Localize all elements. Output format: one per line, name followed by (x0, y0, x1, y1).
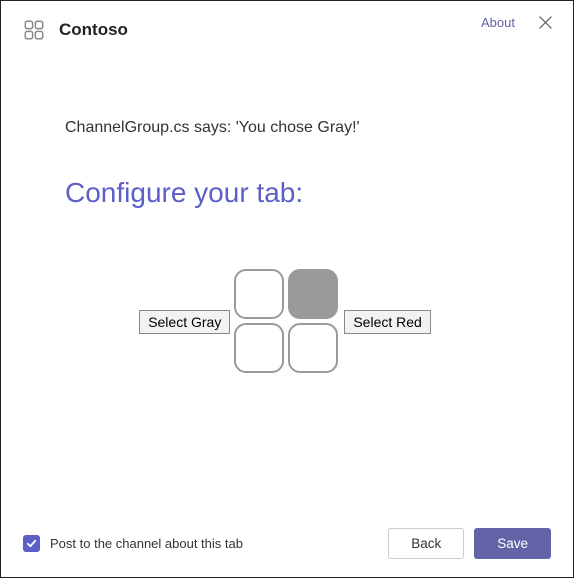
post-checkbox[interactable] (23, 535, 40, 552)
grid-quadrant (234, 269, 284, 319)
tab-preview-icon (234, 269, 340, 375)
app-title: Contoso (59, 20, 128, 40)
dialog-content: ChannelGroup.cs says: 'You chose Gray!' … (1, 41, 573, 514)
grid-quadrant-filled (288, 269, 338, 319)
post-checkbox-wrap[interactable]: Post to the channel about this tab (23, 535, 378, 552)
back-button[interactable]: Back (388, 528, 464, 559)
close-button[interactable] (535, 12, 555, 32)
grid-quadrant (288, 323, 338, 373)
grid-quadrant (234, 323, 284, 373)
close-icon (539, 16, 552, 29)
status-text: ChannelGroup.cs says: 'You chose Gray!' (65, 119, 525, 137)
app-icon (23, 19, 45, 41)
checkmark-icon (26, 538, 37, 549)
post-checkbox-label[interactable]: Post to the channel about this tab (50, 536, 243, 551)
save-button[interactable]: Save (474, 528, 551, 559)
select-gray-button[interactable]: Select Gray (139, 310, 230, 334)
tab-config-row: Select Gray Select Red (45, 269, 525, 375)
dialog-footer: Post to the channel about this tab Back … (1, 514, 573, 577)
about-link[interactable]: About (481, 15, 515, 30)
dialog-header: Contoso About (1, 1, 573, 41)
select-red-button[interactable]: Select Red (344, 310, 430, 334)
configure-heading: Configure your tab: (65, 177, 525, 209)
